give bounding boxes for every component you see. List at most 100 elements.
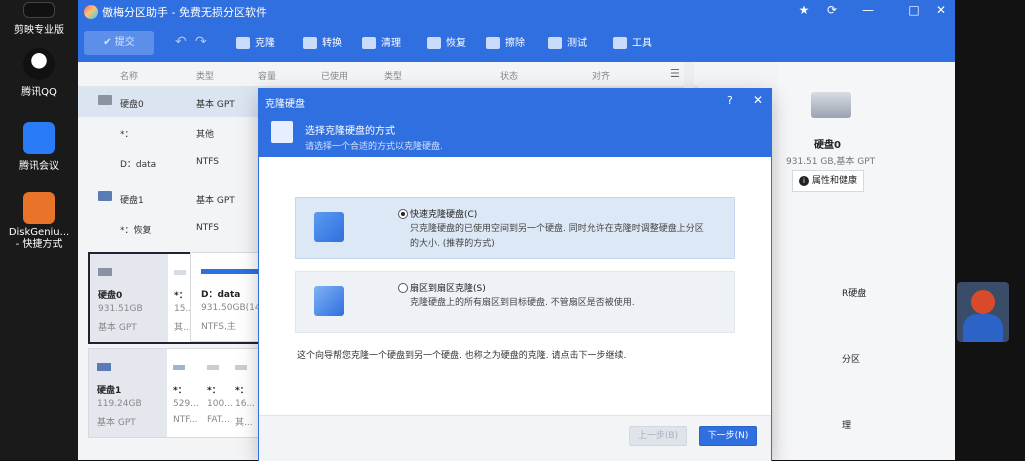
partition-label[interactable]: *：	[173, 383, 187, 396]
column-fs-type[interactable]: 类型	[384, 69, 402, 82]
disk-name: 硬盘0	[98, 291, 123, 301]
toolbar-label: 清理	[381, 38, 401, 49]
recover-icon	[427, 37, 441, 49]
column-status[interactable]: 状态	[500, 69, 518, 82]
row-type: 基本 GPT	[196, 100, 235, 110]
clone-disk-icon	[271, 121, 293, 143]
partition-type: FAT...	[207, 415, 230, 425]
column-align[interactable]: 对齐	[592, 69, 610, 82]
maximize-button[interactable]: □	[905, 3, 923, 17]
wizard-instruction: 这个向导帮您克隆一个硬盘到另一个硬盘. 也称之为硬盘的克隆. 请点击下一步继续.	[297, 351, 627, 361]
quick-clone-option[interactable]: 快速克隆硬盘(C) 只克隆硬盘的已使用空间到另一个硬盘. 同时允许在克隆时调整硬…	[295, 197, 735, 259]
convert-icon	[303, 37, 317, 49]
windows-disk-icon	[98, 191, 112, 201]
undo-icon[interactable]: ↶	[175, 34, 187, 50]
row-type: 其他	[196, 130, 215, 140]
toolbar: ✔ 提交 ↶ ↷ 克隆 转换 清理 恢复 擦除 测试 工具	[78, 24, 955, 62]
redo-icon[interactable]: ↷	[195, 34, 207, 50]
info-cut-text: 理	[842, 421, 852, 431]
properties-health-button[interactable]: i 属性和健康	[792, 170, 864, 192]
clone-icon	[236, 37, 250, 49]
partition-bar	[235, 365, 247, 370]
quick-clone-description: 只克隆硬盘的已使用空间到另一个硬盘. 同时允许在克隆时调整硬盘上分区的大小. (…	[410, 224, 704, 249]
disk-size: 119.24GB	[97, 399, 142, 409]
toolbar-tools-button[interactable]: 工具	[613, 34, 652, 54]
desktop-area: 剪映专业版 腾讯QQ 腾讯会议 DiskGeniu... - 快捷方式	[0, 0, 78, 460]
toolbar-wipe-button[interactable]: 擦除	[486, 34, 525, 54]
toolbar-cleanup-button[interactable]: 清理	[362, 34, 401, 54]
toolbar-recover-button[interactable]: 恢复	[427, 34, 466, 54]
dialog-close-icon[interactable]: ✕	[753, 93, 763, 107]
toolbar-label: 转换	[322, 38, 342, 49]
info-circle-icon: i	[798, 176, 809, 186]
toolbar-label: 测试	[567, 38, 587, 49]
sector-clone-description: 克隆硬盘上的所有扇区到目标硬盘. 不管扇区是否被使用.	[410, 298, 635, 308]
previous-button[interactable]: 上一步(B)	[629, 426, 687, 446]
column-used[interactable]: 已使用	[321, 69, 348, 82]
refresh-icon[interactable]: ⟳	[823, 3, 841, 17]
minimize-button[interactable]: —	[859, 3, 877, 17]
info-disk-detail: 931.51 GB,基本 GPT	[786, 157, 876, 167]
disk-info-panel: 硬盘0 931.51 GB,基本 GPT i 属性和健康 R硬盘 分区 理	[778, 62, 955, 460]
user-avatar	[957, 282, 1009, 342]
help-icon[interactable]: ?	[727, 94, 733, 107]
title-bar: 傲梅分区助手 - 免费无损分区软件 ★ ⟳ — □ ✕	[78, 0, 955, 24]
desktop-icon-jianying[interactable]: 剪映专业版	[0, 2, 78, 36]
desktop-icon-qq[interactable]: 腾讯QQ	[0, 48, 78, 98]
wipe-icon	[486, 37, 500, 49]
info-cut-text: R硬盘	[842, 289, 867, 299]
quick-clone-radio[interactable]	[398, 209, 408, 219]
desktop-right-area	[955, 0, 1025, 460]
disk-kind: 基本 GPT	[97, 418, 136, 428]
partition-type: 其...	[235, 418, 253, 428]
toolbar-clone-button[interactable]: 克隆	[236, 34, 275, 54]
toolbar-convert-button[interactable]: 转换	[303, 34, 342, 54]
submit-button[interactable]: ✔ 提交	[84, 31, 154, 55]
next-button[interactable]: 下一步(N)	[699, 426, 757, 446]
dialog-header-subtitle: 请选择一个合适的方式以克隆硬盘.	[305, 142, 443, 152]
toolbar-test-button[interactable]: 测试	[548, 34, 587, 54]
dialog-title-bar: 克隆硬盘 ? ✕	[259, 89, 771, 113]
sector-clone-radio[interactable]	[398, 283, 408, 293]
partition-type: NTFS,主	[201, 322, 236, 332]
dialog-title: 克隆硬盘	[265, 99, 305, 110]
close-button[interactable]: ✕	[932, 3, 950, 17]
sector-clone-label: 扇区到扇区克隆(S)	[410, 284, 486, 294]
row-name: 硬盘1	[120, 196, 144, 206]
column-settings-icon[interactable]: ☰	[670, 67, 680, 80]
desktop-icon-label: 剪映专业版	[14, 25, 64, 36]
favorite-icon[interactable]: ★	[795, 3, 813, 17]
row-name: 硬盘0	[120, 100, 144, 110]
disk-size: 931.51GB	[98, 304, 143, 314]
disk-map-card[interactable]: 硬盘1 119.24GB 基本 GPT *： 529... NTF... *： …	[88, 348, 260, 438]
partition-size: 529...	[173, 399, 199, 409]
partition-type: 其...	[174, 323, 192, 333]
qq-penguin-icon	[23, 48, 55, 80]
row-name: *：	[120, 130, 134, 140]
disk-name: 硬盘1	[97, 386, 122, 396]
partition-label[interactable]: *：	[174, 288, 188, 301]
partition-size: 931.50GB(14	[201, 303, 261, 313]
sector-clone-option[interactable]: 扇区到扇区克隆(S) 克隆硬盘上的所有扇区到目标硬盘. 不管扇区是否被使用.	[295, 271, 735, 333]
row-type: 基本 GPT	[196, 196, 235, 206]
sector-clone-icon	[314, 286, 344, 316]
diskgenius-icon	[23, 192, 55, 224]
toolbar-label: 克隆	[255, 38, 275, 49]
partition-label[interactable]: *：	[207, 383, 221, 396]
partition-label[interactable]: *：	[235, 383, 249, 396]
hard-drive-icon	[811, 92, 851, 118]
properties-health-label: 属性和健康	[811, 176, 857, 186]
partition-bar	[173, 365, 185, 370]
avatar-head	[971, 290, 995, 314]
toolbar-label: 工具	[632, 38, 652, 49]
desktop-icon-tencent-meeting[interactable]: 腾讯会议	[0, 122, 78, 172]
desktop-icon-diskgenius[interactable]: DiskGeniu... - 快捷方式	[0, 192, 78, 251]
column-type[interactable]: 类型	[196, 69, 214, 82]
windows-disk-icon	[97, 363, 111, 371]
partition-label: D：data	[201, 290, 241, 300]
clone-disk-dialog: 克隆硬盘 ? ✕ 选择克隆硬盘的方式 请选择一个合适的方式以克隆硬盘. 快速克隆…	[259, 89, 771, 461]
column-name[interactable]: 名称	[120, 69, 138, 82]
broom-icon	[362, 37, 376, 49]
column-capacity[interactable]: 容量	[258, 69, 276, 82]
quick-clone-icon	[314, 212, 344, 242]
